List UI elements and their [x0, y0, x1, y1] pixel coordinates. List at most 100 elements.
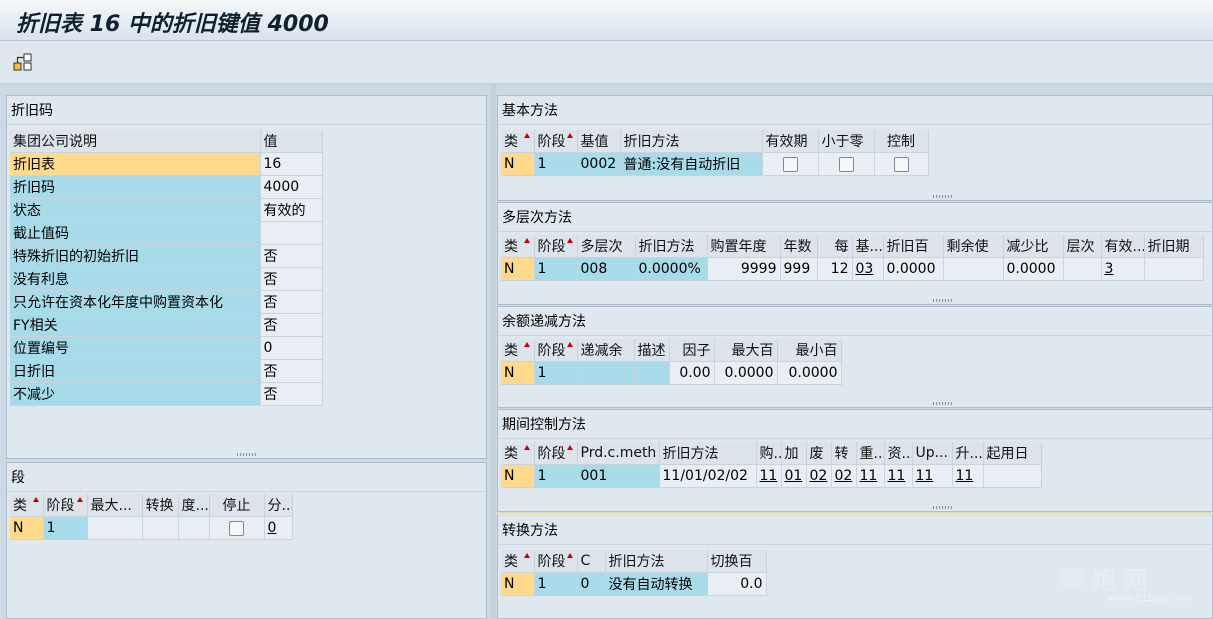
table-row[interactable]: 位置编号 0	[10, 336, 323, 360]
column-header[interactable]: 递减余	[577, 339, 635, 362]
column-header[interactable]: 转	[831, 442, 857, 465]
division-cell[interactable]: 0	[264, 516, 293, 540]
table-row[interactable]: N 1 0 没有自动转换 0.0	[501, 572, 767, 596]
column-header[interactable]: 类	[501, 130, 535, 153]
below-zero-checkbox[interactable]	[838, 156, 854, 172]
column-header[interactable]: 重...	[856, 442, 885, 465]
row-value: 0	[260, 336, 323, 360]
column-header[interactable]: 购...	[756, 442, 782, 465]
table-row[interactable]: N 1 0002 普通:没有自动折旧	[501, 152, 929, 176]
column-header[interactable]: 切换百	[707, 550, 767, 573]
stop-checkbox[interactable]	[229, 520, 244, 536]
splitter-grip[interactable]	[933, 402, 953, 405]
control-checkbox[interactable]	[893, 156, 909, 172]
column-header[interactable]: 类	[501, 550, 535, 573]
up-cell[interactable]: 11	[912, 464, 953, 488]
rise-cell[interactable]: 11	[952, 464, 984, 488]
column-header[interactable]: 集团公司说明	[10, 130, 261, 153]
capitalization-cell[interactable]: 11	[884, 464, 913, 488]
column-header[interactable]: 折旧百	[883, 235, 944, 258]
acquisition-cell[interactable]: 11	[756, 464, 782, 488]
column-header[interactable]: 值	[260, 130, 323, 153]
column-header[interactable]: 最小百	[777, 339, 842, 362]
valid-cell[interactable]: 3	[1101, 257, 1145, 281]
table-row[interactable]: N 1 0	[10, 516, 293, 540]
column-header[interactable]: 分...	[264, 494, 293, 517]
column-header[interactable]: 阶段	[534, 235, 578, 258]
column-header[interactable]: Up...	[912, 442, 953, 465]
column-header[interactable]: 有效...	[1101, 235, 1145, 258]
column-header[interactable]: 因子	[669, 339, 715, 362]
table-row[interactable]: 截止值码	[10, 221, 323, 245]
column-header[interactable]: 起用日	[983, 442, 1042, 465]
column-header[interactable]: 阶段	[534, 442, 578, 465]
column-header[interactable]: 购置年度	[707, 235, 781, 258]
vertical-splitter[interactable]	[490, 85, 496, 619]
splitter-grip[interactable]	[933, 506, 953, 509]
column-header[interactable]: 多层次	[577, 235, 636, 258]
column-header[interactable]: 每	[817, 235, 853, 258]
addition-cell[interactable]: 01	[781, 464, 807, 488]
table-row[interactable]: N 1 0.00 0.0000 0.0000	[501, 361, 842, 385]
column-header[interactable]: 基值	[577, 130, 621, 153]
column-header[interactable]: 折旧方法	[635, 235, 708, 258]
column-header[interactable]: 废	[806, 442, 832, 465]
splitter-grip[interactable]	[933, 195, 953, 198]
splitter-grip[interactable]	[933, 299, 953, 302]
column-header[interactable]: 减少比	[1003, 235, 1064, 258]
table-row[interactable]: N 1 001 11/01/02/02 11 01 02 02 11 11 11…	[501, 464, 1042, 488]
column-header[interactable]: 年数	[780, 235, 818, 258]
column-header[interactable]: 描述	[634, 339, 670, 362]
column-header[interactable]: 最大...	[87, 494, 143, 517]
column-header[interactable]: 小于零	[818, 130, 875, 153]
base-cell[interactable]: 03	[852, 257, 884, 281]
table-row[interactable]: FY相关否	[10, 313, 323, 337]
table-row[interactable]: 折旧码 4000	[10, 175, 323, 199]
column-header[interactable]: 阶段	[534, 550, 578, 573]
column-header[interactable]: Prd.c.meth	[577, 442, 660, 465]
column-header[interactable]: 折旧方法	[620, 130, 763, 153]
column-header[interactable]: 资...	[884, 442, 913, 465]
column-header[interactable]: 阶段	[534, 339, 578, 362]
column-header[interactable]: 加	[781, 442, 807, 465]
hierarchy-icon[interactable]	[12, 51, 34, 73]
column-header[interactable]: 升...	[952, 442, 984, 465]
column-header[interactable]: 控制	[874, 130, 929, 153]
transfer-cell[interactable]: 02	[831, 464, 857, 488]
period-cell	[1144, 257, 1204, 281]
column-header[interactable]: 类	[10, 494, 44, 517]
per-cell: 12	[817, 257, 853, 281]
phases-panel: 段 类 阶段 最大... 转换 度... 停止 分... N 1 0	[6, 462, 487, 619]
table-row[interactable]: 没有利息否	[10, 267, 323, 291]
validity-checkbox[interactable]	[782, 156, 798, 172]
revaluation-cell[interactable]: 11	[856, 464, 885, 488]
column-header[interactable]: 基...	[852, 235, 884, 258]
table-row[interactable]: 折旧表 16	[10, 152, 323, 176]
column-header[interactable]: 转换	[142, 494, 179, 517]
splitter-grip[interactable]	[237, 453, 257, 456]
column-header[interactable]: 类	[501, 339, 535, 362]
reduction-cell: 0.0000	[1003, 257, 1064, 281]
column-header[interactable]: 停止	[209, 494, 265, 517]
column-header[interactable]: C	[577, 550, 606, 573]
column-header[interactable]: 折旧方法	[659, 442, 757, 465]
panel-title: 基本方法	[502, 103, 558, 119]
column-header[interactable]: 剩余使	[943, 235, 1004, 258]
column-header[interactable]: 度...	[178, 494, 210, 517]
column-header[interactable]: 层次	[1063, 235, 1102, 258]
table-row[interactable]: 只允许在资本化年度中购置资本化否	[10, 290, 323, 314]
table-row[interactable]: N 1 008 0.0000% 9999 999 12 03 0.0000 0.…	[501, 257, 1204, 281]
column-header[interactable]: 阶段	[534, 130, 578, 153]
column-header[interactable]: 折旧方法	[605, 550, 708, 573]
column-header[interactable]: 最大百	[714, 339, 778, 362]
table-row[interactable]: 不减少否	[10, 382, 323, 406]
column-header[interactable]: 类	[501, 235, 535, 258]
table-row[interactable]: 日折旧否	[10, 359, 323, 383]
column-header[interactable]: 折旧期	[1144, 235, 1204, 258]
column-header[interactable]: 类	[501, 442, 535, 465]
table-row[interactable]: 状态 有效的	[10, 198, 323, 222]
column-header[interactable]: 有效期	[762, 130, 819, 153]
table-row[interactable]: 特殊折旧的初始折旧否	[10, 244, 323, 268]
column-header[interactable]: 阶段	[43, 494, 88, 517]
retirement-cell[interactable]: 02	[806, 464, 832, 488]
